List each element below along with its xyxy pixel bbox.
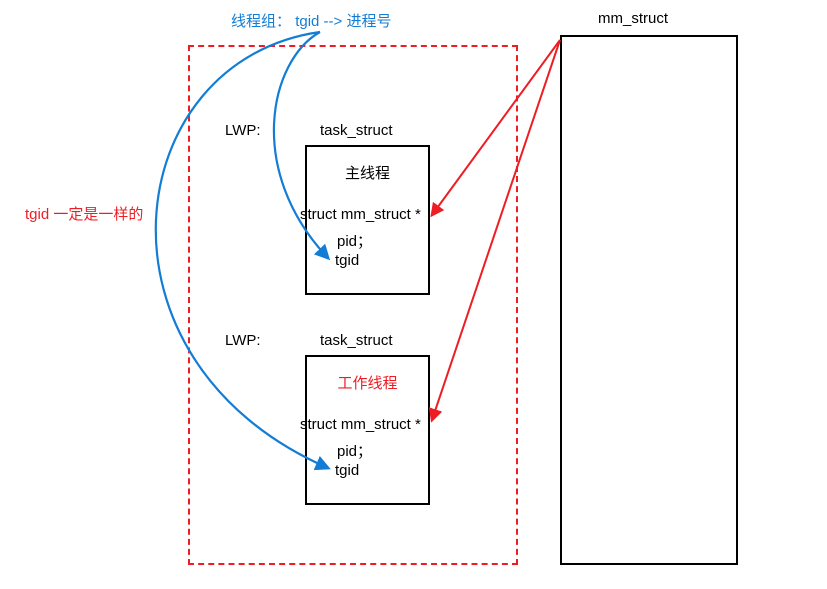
lwp-label-2: LWP: xyxy=(225,332,261,349)
task1-tgid-field: tgid xyxy=(335,252,359,269)
arrow-text: --> xyxy=(324,13,343,30)
tgid-same-note: tgid 一定是一样的 xyxy=(25,203,143,224)
task1-role: 主线程 xyxy=(345,165,390,182)
task1-title: task_struct xyxy=(320,122,393,139)
task1-mm-field: struct mm_struct * xyxy=(300,206,421,223)
mm-struct-box xyxy=(560,35,738,565)
task2-pid-field: pid； xyxy=(337,440,372,461)
process-id-label: 进程号 xyxy=(346,13,391,30)
thread-group-label: 线程组： xyxy=(231,13,291,30)
task2-mm-field: struct mm_struct * xyxy=(300,416,421,433)
task2-title: task_struct xyxy=(320,332,393,349)
task1-pid-field: pid； xyxy=(337,230,372,251)
task2-tgid-field: tgid xyxy=(335,462,359,479)
lwp-label-1: LWP: xyxy=(225,122,261,139)
tgid-top-label: tgid xyxy=(295,13,319,30)
task2-role: 工作线程 xyxy=(337,375,397,392)
mm-struct-title: mm_struct xyxy=(598,10,668,27)
